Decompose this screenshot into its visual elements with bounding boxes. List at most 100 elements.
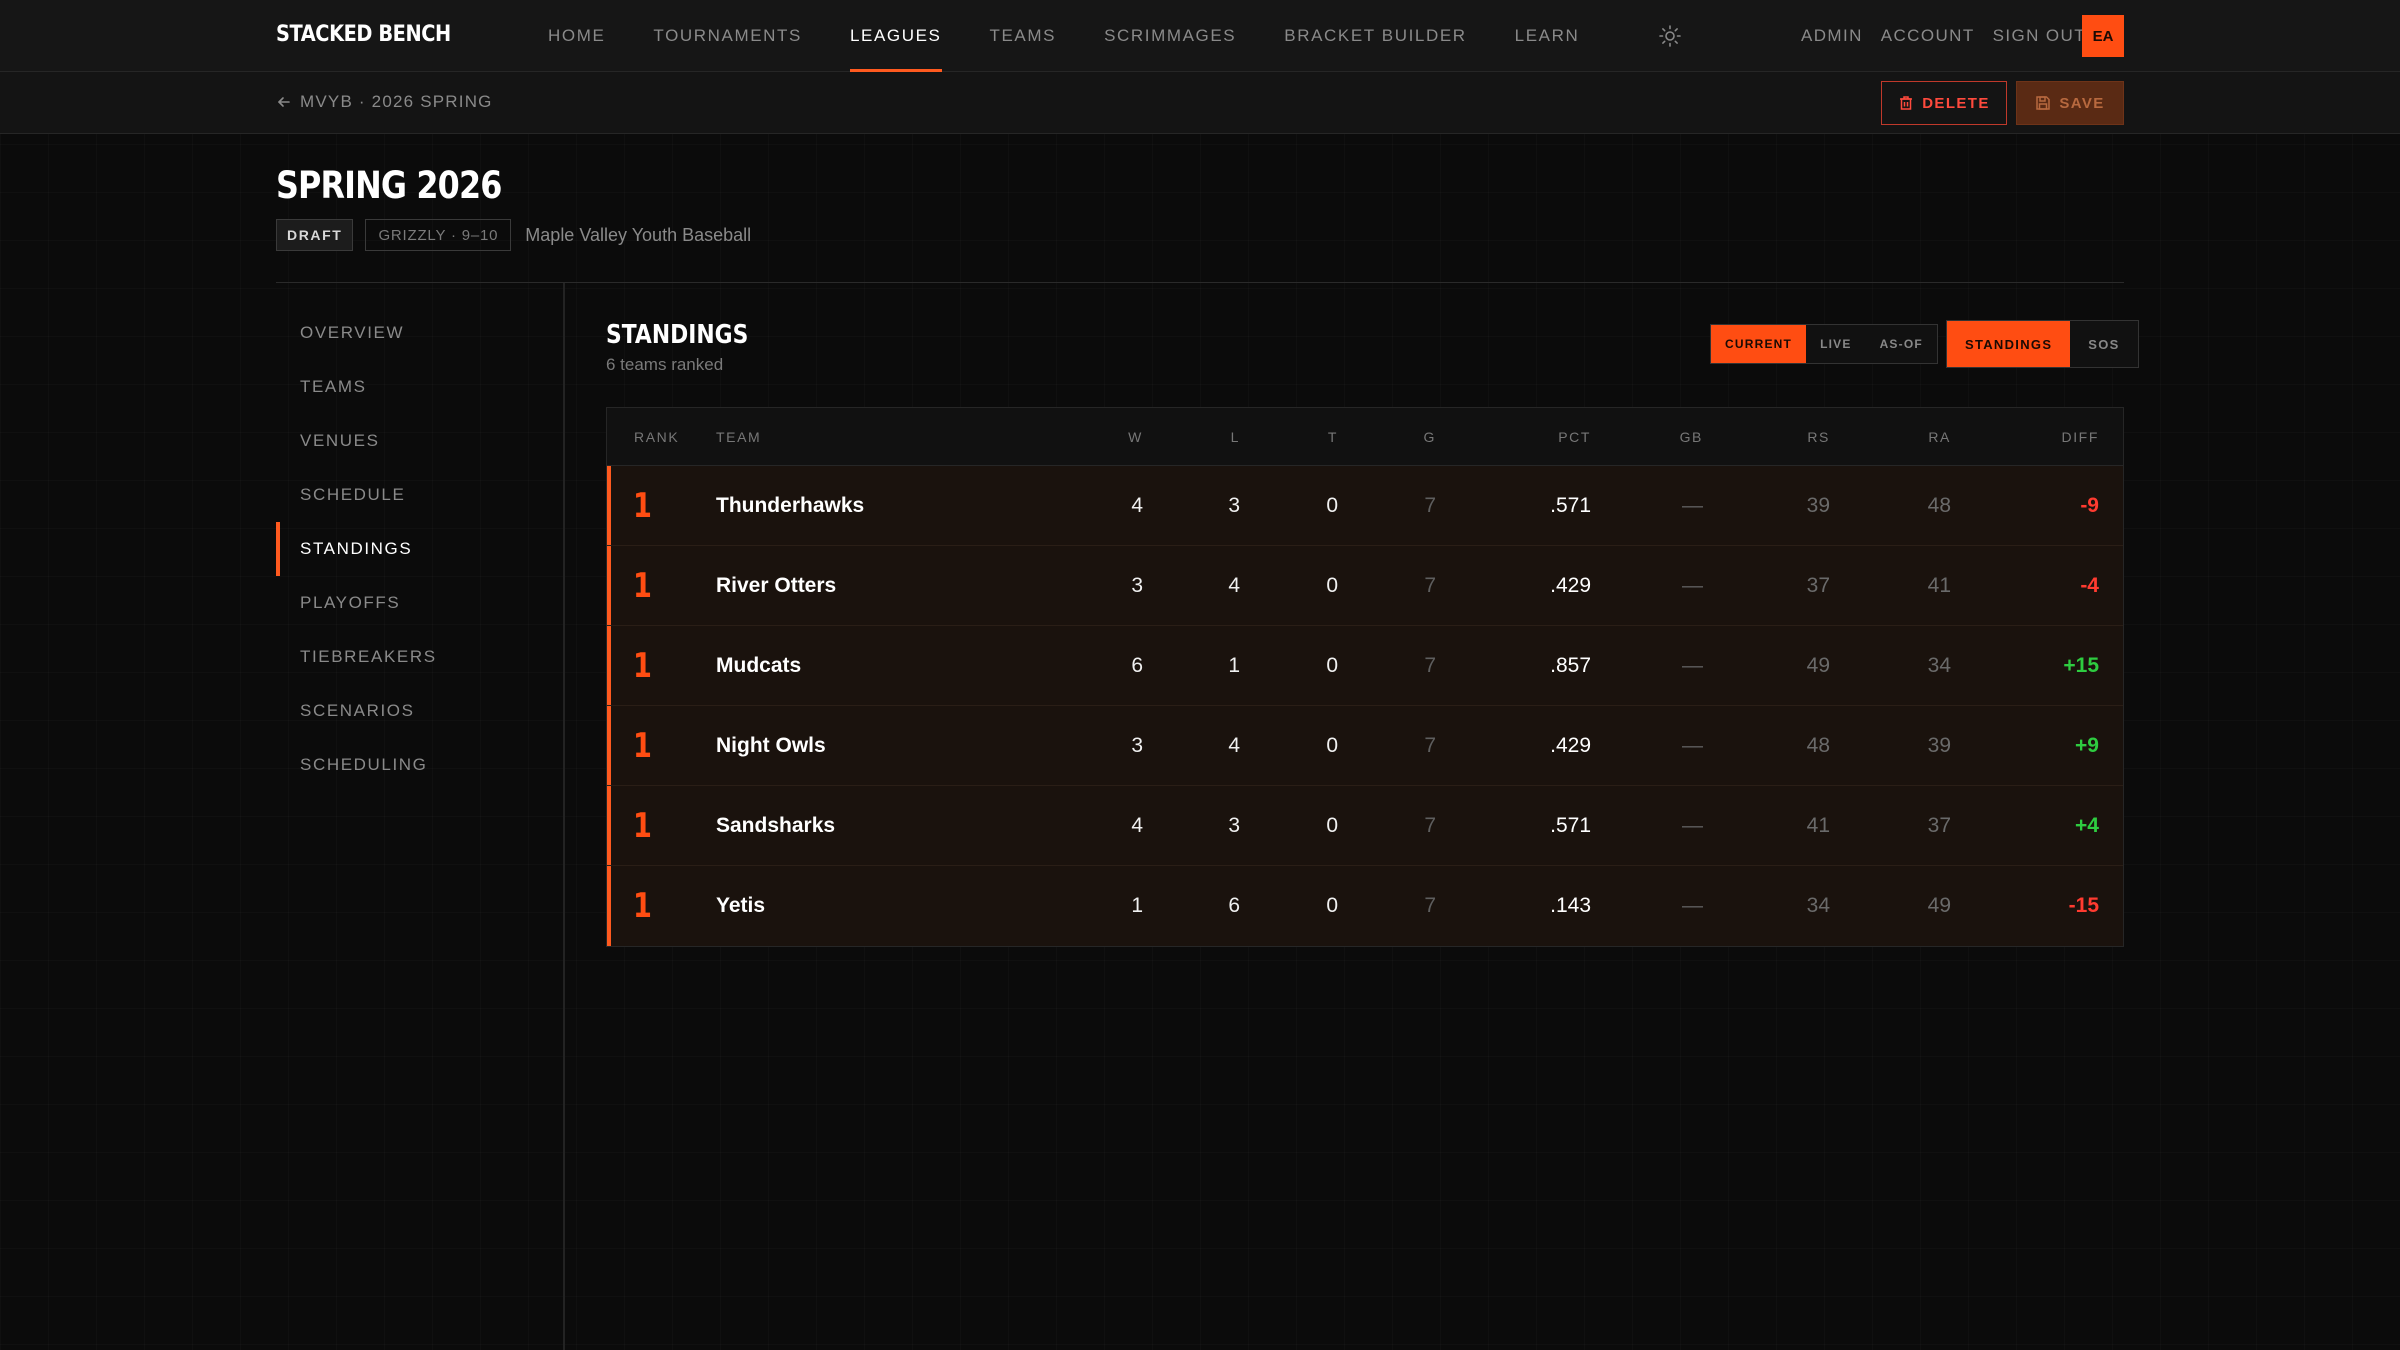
runs-scored-cell: 37 <box>1806 574 1830 597</box>
page-meta: DRAFT GRIZZLY · 9–10 Maple Valley Youth … <box>276 219 751 251</box>
losses-cell: 1 <box>1228 654 1240 677</box>
sidebar-item-scheduling[interactable]: SCHEDULING <box>276 738 564 792</box>
breadcrumb[interactable]: MVYB · 2026 SPRING <box>276 92 493 112</box>
sidebar-item-schedule[interactable]: SCHEDULE <box>276 468 564 522</box>
pct-cell: .571 <box>1550 494 1591 517</box>
runs-scored-cell: 49 <box>1806 654 1830 677</box>
nav-link-teams[interactable]: TEAMS <box>990 0 1057 72</box>
games-cell: 7 <box>1424 894 1436 917</box>
sidebar: OVERVIEW TEAMS VENUES SCHEDULE STANDINGS… <box>276 306 564 792</box>
nav-link-account[interactable]: ACCOUNT <box>1881 26 1975 46</box>
games-cell: 7 <box>1424 574 1436 597</box>
run-diff-cell: -15 <box>2068 894 2099 917</box>
pct-cell: .857 <box>1550 654 1591 677</box>
losses-cell: 6 <box>1228 894 1240 917</box>
sidebar-item-scenarios[interactable]: SCENARIOS <box>276 684 564 738</box>
run-diff-cell: -9 <box>2080 494 2099 517</box>
nav-link-tournaments[interactable]: TOURNAMENTS <box>653 0 802 72</box>
pct-cell: .571 <box>1550 814 1591 837</box>
column-header-team[interactable]: TEAM <box>716 429 761 445</box>
rank-cell: 1 <box>633 486 652 526</box>
table-row[interactable]: 1 Yetis 1 6 0 7 .143 — 34 49 -15 <box>607 866 2123 946</box>
ties-cell: 0 <box>1326 734 1338 757</box>
column-header-g[interactable]: G <box>1424 429 1437 445</box>
sidebar-item-playoffs[interactable]: PLAYOFFS <box>276 576 564 630</box>
section-subtitle: 6 teams ranked <box>606 355 724 374</box>
column-header-ra[interactable]: RA <box>1928 429 1951 445</box>
mode-current-tab[interactable]: CURRENT <box>1711 325 1807 363</box>
team-name[interactable]: Thunderhawks <box>716 466 864 546</box>
nav-link-admin[interactable]: ADMIN <box>1801 26 1863 46</box>
delete-button[interactable]: DELETE <box>1881 81 2007 125</box>
view-sos-tab[interactable]: SOS <box>2070 321 2137 367</box>
pct-cell: .143 <box>1550 894 1591 917</box>
sidebar-item-tiebreakers[interactable]: TIEBREAKERS <box>276 630 564 684</box>
brand-logo[interactable]: STACKED BENCH <box>276 22 451 47</box>
team-name[interactable]: Sandsharks <box>716 786 835 866</box>
nav-link-sign-out[interactable]: SIGN OUT <box>1993 26 2086 46</box>
team-name[interactable]: Mudcats <box>716 626 801 706</box>
nav-link-bracket-builder[interactable]: BRACKET BUILDER <box>1284 0 1466 72</box>
sidebar-item-standings[interactable]: STANDINGS <box>276 522 564 576</box>
losses-cell: 3 <box>1228 494 1240 517</box>
main-nav: HOME TOURNAMENTS LEAGUES TEAMS SCRIMMAGE… <box>548 0 1627 72</box>
avatar[interactable]: EA <box>2082 15 2124 57</box>
wins-cell: 3 <box>1131 734 1143 757</box>
team-name[interactable]: Yetis <box>716 866 765 946</box>
column-header-t[interactable]: T <box>1328 429 1338 445</box>
wins-cell: 1 <box>1131 894 1143 917</box>
sidebar-item-venues[interactable]: VENUES <box>276 414 564 468</box>
column-header-w[interactable]: W <box>1128 429 1143 445</box>
arrow-left-icon <box>278 97 290 107</box>
runs-scored-cell: 41 <box>1806 814 1830 837</box>
column-header-pct[interactable]: PCT <box>1558 429 1591 445</box>
nav-link-learn[interactable]: LEARN <box>1515 0 1580 72</box>
ties-cell: 0 <box>1326 574 1338 597</box>
runs-allowed-cell: 34 <box>1927 654 1951 677</box>
gb-cell: — <box>1682 894 1703 917</box>
header-divider <box>276 282 2124 283</box>
runs-allowed-cell: 48 <box>1927 494 1951 517</box>
account-nav: ADMIN ACCOUNT SIGN OUT <box>1783 0 2086 72</box>
rank-cell: 1 <box>633 566 652 606</box>
pct-cell: .429 <box>1550 574 1591 597</box>
runs-allowed-cell: 39 <box>1927 734 1951 757</box>
nav-link-scrimmages[interactable]: SCRIMMAGES <box>1104 0 1236 72</box>
sidebar-item-teams[interactable]: TEAMS <box>276 360 564 414</box>
team-name[interactable]: Night Owls <box>716 706 826 786</box>
column-header-diff[interactable]: DIFF <box>2061 429 2099 445</box>
view-standings-tab[interactable]: STANDINGS <box>1947 321 2071 367</box>
column-header-gb[interactable]: GB <box>1680 429 1703 445</box>
losses-cell: 3 <box>1228 814 1240 837</box>
run-diff-cell: +9 <box>2075 734 2099 757</box>
games-cell: 7 <box>1424 734 1436 757</box>
nav-link-home[interactable]: HOME <box>548 0 605 72</box>
sidebar-item-overview[interactable]: OVERVIEW <box>276 306 564 360</box>
mode-as-of-tab[interactable]: AS-OF <box>1866 325 1937 363</box>
wins-cell: 3 <box>1131 574 1143 597</box>
runs-allowed-cell: 37 <box>1927 814 1951 837</box>
column-header-rs[interactable]: RS <box>1807 429 1830 445</box>
table-row[interactable]: 1 Sandsharks 4 3 0 7 .571 — 41 37 +4 <box>607 786 2123 866</box>
column-header-rank[interactable]: RANK <box>634 429 679 445</box>
nav-link-leagues[interactable]: LEAGUES <box>849 0 942 72</box>
mode-live-tab[interactable]: LIVE <box>1806 325 1865 363</box>
table-row[interactable]: 1 Mudcats 6 1 0 7 .857 — 49 34 +15 <box>607 626 2123 706</box>
run-diff-cell: +4 <box>2075 814 2099 837</box>
sidebar-divider <box>563 283 565 1350</box>
column-header-l[interactable]: L <box>1231 429 1240 445</box>
table-row[interactable]: 1 Night Owls 3 4 0 7 .429 — 48 39 +9 <box>607 706 2123 786</box>
table-header: RANK TEAM W L T G PCT GB RS RA DIFF <box>607 408 2123 466</box>
team-name[interactable]: River Otters <box>716 546 836 626</box>
sun-icon[interactable] <box>1658 24 1682 48</box>
rank-cell: 1 <box>633 726 652 766</box>
runs-scored-cell: 39 <box>1806 494 1830 517</box>
table-row[interactable]: 1 Thunderhawks 4 3 0 7 .571 — 39 48 -9 <box>607 466 2123 546</box>
games-cell: 7 <box>1424 494 1436 517</box>
gb-cell: — <box>1682 494 1703 517</box>
section-title: STANDINGS <box>606 320 749 350</box>
top-navigation: STACKED BENCH HOME TOURNAMENTS LEAGUES T… <box>0 0 2400 72</box>
gb-cell: — <box>1682 574 1703 597</box>
save-button[interactable]: SAVE <box>2016 81 2124 125</box>
table-row[interactable]: 1 River Otters 3 4 0 7 .429 — 37 41 -4 <box>607 546 2123 626</box>
